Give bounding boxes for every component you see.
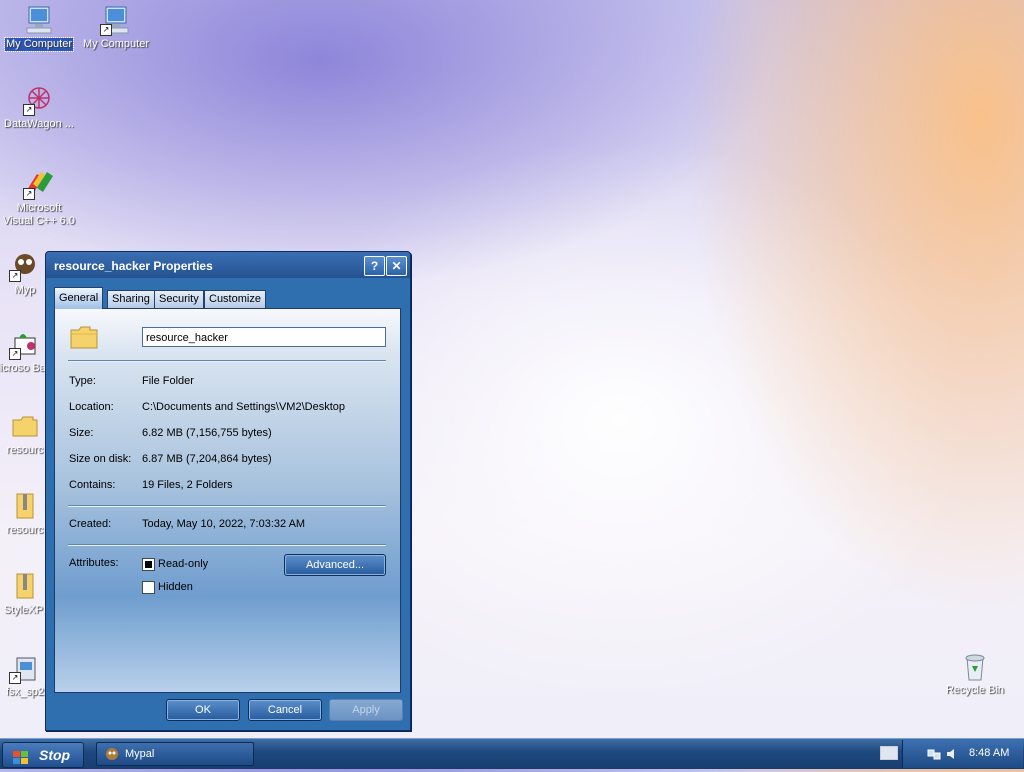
desktop-icon-visual-cpp[interactable]: ↗ Microsoft Visual C++ 6.0: [0, 168, 78, 228]
readonly-checkbox[interactable]: [142, 558, 155, 571]
size-on-disk-label: Size on disk:: [69, 453, 132, 465]
attributes-label: Attributes:: [69, 557, 119, 569]
desktop-icon-label: Recycle Bin: [945, 684, 1005, 696]
desktop-icon-label: Microsoft Visual C++ 6.0: [3, 202, 75, 227]
zip-folder-icon: [9, 490, 41, 522]
dialog-title: resource_hacker Properties: [54, 259, 213, 273]
ok-button[interactable]: OK: [166, 699, 240, 721]
desktop-icon-label: resourc: [6, 524, 44, 536]
tab-sharing[interactable]: Sharing: [107, 290, 155, 308]
separator: [68, 544, 386, 546]
speaker-icon[interactable]: [945, 747, 959, 761]
computer-icon: [23, 4, 55, 36]
help-button[interactable]: ?: [364, 256, 385, 276]
location-label: Location:: [69, 401, 114, 413]
installer-icon: ↗: [9, 652, 41, 684]
computer-shortcut-icon: ↗: [100, 4, 132, 36]
shortcut-arrow-icon: ↗: [9, 348, 21, 360]
apply-button[interactable]: Apply: [329, 699, 403, 721]
tab-security[interactable]: Security: [154, 290, 204, 308]
desktop-icon-label: resourc: [6, 444, 44, 456]
taskbar: Stop Mypal 8:48 AM: [0, 738, 1024, 769]
shortcut-arrow-icon: ↗: [23, 188, 35, 200]
recycle-bin-icon: [959, 650, 991, 682]
type-value: File Folder: [142, 375, 194, 387]
readonly-label[interactable]: Read-only: [158, 558, 208, 570]
mypal-icon: [105, 747, 119, 761]
location-value: C:\Documents and Settings\VM2\Desktop: [142, 401, 345, 413]
start-button[interactable]: Stop: [2, 742, 84, 768]
size-label: Size:: [69, 427, 94, 439]
cancel-button[interactable]: Cancel: [248, 699, 322, 721]
separator: [68, 505, 386, 507]
folder-icon: [9, 410, 41, 442]
visual-cpp-icon: ↗: [23, 168, 55, 200]
datawagon-icon: ↗: [23, 84, 55, 116]
shortcut-arrow-icon: ↗: [100, 24, 112, 36]
help-icon: ?: [370, 259, 379, 273]
visual-basic-icon: ↗: [9, 328, 41, 360]
desktop-icon-datawagon[interactable]: ↗ DataWagon ...: [0, 84, 78, 131]
close-button[interactable]: ✕: [386, 256, 407, 276]
contains-label: Contains:: [69, 479, 116, 491]
contains-value: 19 Files, 2 Folders: [142, 479, 233, 491]
created-value: Today, May 10, 2022, 7:03:32 AM: [142, 518, 306, 530]
desktop-icon-recycle-bin[interactable]: Recycle Bin: [936, 650, 1014, 697]
general-tab-panel: resource_hacker Type: File Folder Locati…: [54, 308, 401, 693]
desktop-icon-label: fsx_sp2: [6, 686, 44, 698]
size-on-disk-value: 6.87 MB (7,204,864 bytes): [142, 453, 272, 465]
taskbar-item-label: Mypal: [125, 748, 155, 760]
desktop-icon-label: My Computer: [3, 37, 75, 52]
desktop-icon-label: Myp: [14, 284, 36, 296]
hidden-label[interactable]: Hidden: [158, 581, 193, 593]
clock: 8:48 AM: [969, 747, 1010, 759]
properties-dialog: resource_hacker Properties ? ✕ General S…: [45, 251, 411, 731]
close-icon: ✕: [391, 259, 402, 273]
advanced-button[interactable]: Advanced...: [284, 554, 386, 576]
created-label: Created:: [69, 518, 112, 530]
windows-flag-icon: [13, 748, 29, 764]
separator: [68, 360, 386, 362]
desktop-icon-label: My Computer: [82, 38, 150, 50]
shortcut-arrow-icon: ↗: [9, 672, 21, 684]
keyboard-icon[interactable]: [880, 746, 898, 760]
dialog-titlebar[interactable]: resource_hacker Properties ? ✕: [46, 252, 410, 278]
taskbar-item-mypal[interactable]: Mypal: [96, 742, 254, 766]
zip-folder-icon: [9, 570, 41, 602]
size-value: 6.82 MB (7,156,755 bytes): [142, 427, 272, 439]
hidden-checkbox[interactable]: [142, 581, 155, 594]
folder-name-input[interactable]: resource_hacker: [142, 327, 386, 347]
desktop-icon-label: StyleXPI: [3, 604, 47, 616]
start-label: Stop: [39, 747, 71, 763]
mypal-icon: ↗: [9, 250, 41, 282]
folder-icon: [70, 325, 98, 349]
tab-general[interactable]: General: [54, 287, 104, 309]
tab-customize[interactable]: Customize: [204, 290, 266, 308]
shortcut-arrow-icon: ↗: [23, 104, 35, 116]
desktop-icon-label: DataWagon ...: [4, 118, 74, 130]
network-icon[interactable]: [927, 747, 941, 761]
desktop-icon-my-computer-selected[interactable]: My Computer: [0, 4, 78, 52]
type-label: Type:: [69, 375, 96, 387]
system-tray: 8:48 AM: [902, 740, 1023, 768]
shortcut-arrow-icon: ↗: [9, 270, 21, 282]
desktop-icon-my-computer[interactable]: ↗ My Computer: [77, 4, 155, 51]
